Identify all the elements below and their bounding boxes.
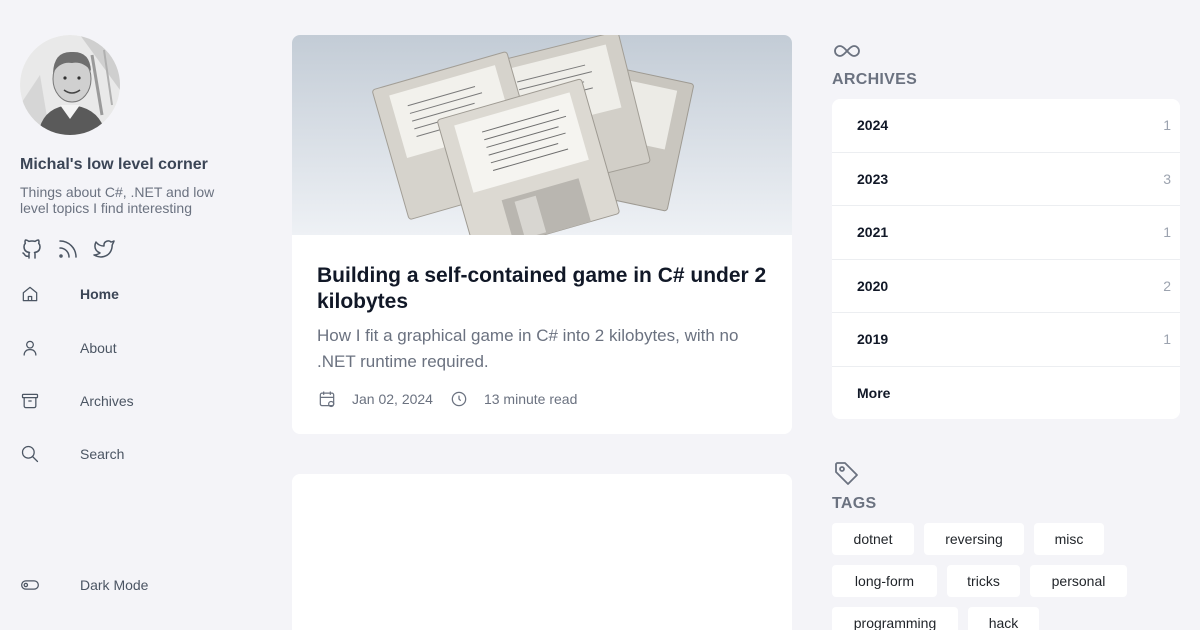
archive-count: 2 [1163, 277, 1171, 294]
archive-row-2019[interactable]: 2019 1 [832, 313, 1180, 367]
dark-mode-toggle[interactable]: Dark Mode [20, 567, 240, 603]
tag-icon [835, 462, 858, 485]
sidebar: Michal's low level corner Things about C… [0, 0, 260, 630]
archives-heading: ARCHIVES [832, 71, 918, 88]
avatar[interactable] [20, 35, 120, 135]
social-links [20, 237, 116, 261]
tag-tricks[interactable]: tricks [947, 565, 1020, 597]
dark-mode-label: Dark Mode [80, 577, 149, 593]
archive-year: 2024 [857, 117, 889, 134]
twitter-icon[interactable] [92, 237, 116, 261]
post-title[interactable]: Building a self-contained game in C# und… [317, 263, 777, 315]
archive-row-2024[interactable]: 2024 1 [832, 99, 1180, 153]
archive-more-link[interactable]: More [832, 367, 1180, 420]
nav-label-archives: Archives [80, 393, 134, 409]
tag-reversing[interactable]: reversing [924, 523, 1024, 555]
nav-label-about: About [80, 340, 117, 356]
nav-item-archives[interactable]: Archives [20, 383, 240, 419]
post-summary: How I fit a graphical game in C# into 2 … [317, 326, 739, 371]
tag-personal[interactable]: personal [1030, 565, 1127, 597]
archive-more-label: More [857, 385, 891, 402]
tags-heading: TAGS [832, 495, 877, 512]
tag-programming[interactable]: programming [832, 607, 958, 630]
archive-icon [21, 393, 39, 409]
tag-hack[interactable]: hack [968, 607, 1039, 630]
archive-year: 2019 [857, 331, 889, 348]
nav-item-about[interactable]: About [20, 330, 240, 366]
archive-count: 1 [1163, 224, 1171, 241]
post-cover-image [292, 35, 792, 235]
site-description: Things about C#, .NET and low level topi… [20, 184, 215, 216]
rss-icon[interactable] [56, 237, 80, 261]
github-icon[interactable] [20, 237, 44, 261]
post-meta: Jan 02, 2024 13 minute read [317, 389, 577, 409]
archive-row-2023[interactable]: 2023 3 [832, 153, 1180, 206]
tag-dotnet[interactable]: dotnet [832, 523, 914, 555]
post-read-time: 13 minute read [483, 391, 578, 407]
archive-row-2021[interactable]: 2021 1 [832, 206, 1180, 260]
archive-year: 2021 [857, 224, 889, 241]
tag-long-form[interactable]: long-form [832, 565, 937, 597]
archive-year: 2023 [857, 170, 889, 187]
nav-item-search[interactable]: Search [20, 436, 240, 472]
search-icon [21, 445, 39, 463]
tag-misc[interactable]: misc [1034, 523, 1104, 555]
archive-count: 1 [1163, 117, 1171, 134]
avatar-portrait [20, 35, 120, 135]
archive-year: 2020 [857, 277, 889, 294]
archive-count: 3 [1163, 170, 1171, 187]
archives-list: 2024 1 2023 3 2021 1 2020 2 2019 1 More [832, 99, 1180, 419]
post-date: Jan 02, 2024 [352, 391, 433, 407]
toggle-icon [21, 580, 39, 590]
infinity-icon [834, 45, 860, 57]
nav-item-home[interactable]: Home [20, 276, 240, 312]
archive-row-2020[interactable]: 2020 2 [832, 260, 1180, 313]
user-icon [23, 340, 37, 356]
nav-label-search: Search [80, 446, 125, 462]
calendar-icon [319, 391, 335, 408]
home-icon [22, 286, 38, 302]
nav-label-home: Home [80, 286, 119, 302]
archive-count: 1 [1163, 331, 1171, 348]
clock-icon [451, 391, 467, 407]
post-card[interactable] [292, 474, 792, 630]
featured-post-card[interactable]: Building a self-contained game in C# und… [292, 35, 792, 434]
site-title[interactable]: Michal's low level corner [20, 156, 208, 174]
